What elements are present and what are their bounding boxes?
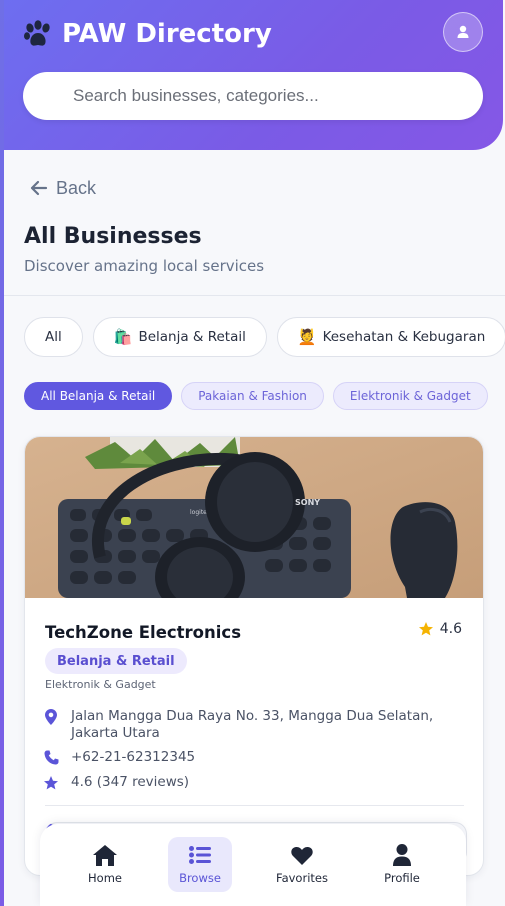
nav-browse[interactable]: Browse bbox=[168, 837, 232, 892]
search-input[interactable] bbox=[73, 86, 483, 106]
phone-row[interactable]: +62-21-62312345 bbox=[43, 749, 453, 766]
profile-button[interactable] bbox=[443, 12, 483, 52]
rating-value: 4.6 bbox=[439, 621, 462, 637]
subcategory-chip-elektronik-gadget[interactable]: Elektronik & Gadget bbox=[332, 382, 488, 410]
business-photo: logitech SONY bbox=[25, 437, 483, 598]
nav-profile[interactable]: Profile bbox=[370, 837, 434, 892]
list-icon bbox=[188, 844, 212, 866]
massage-icon: 💆 bbox=[297, 328, 317, 346]
subcategory-chip-pakaian-fashion[interactable]: Pakaian & Fashion bbox=[181, 382, 324, 410]
nav-favorites[interactable]: Favorites bbox=[270, 837, 334, 892]
phone-text: +62-21-62312345 bbox=[71, 749, 196, 765]
card-divider bbox=[45, 805, 464, 806]
business-card[interactable]: logitech SONY TechZone Electronics 4.6 B… bbox=[24, 436, 484, 876]
subcategory-chips: All Belanja & Retail Pakaian & Fashion E… bbox=[24, 382, 488, 410]
business-name[interactable]: TechZone Electronics bbox=[45, 623, 241, 642]
section-divider bbox=[4, 295, 505, 296]
arrow-left-icon bbox=[30, 180, 48, 196]
category-chip-label: Belanja & Retail bbox=[138, 329, 246, 345]
star-icon bbox=[418, 622, 433, 636]
app-header: PAW Directory bbox=[0, 0, 503, 150]
subcategory-label: Elektronik & Gadget bbox=[45, 678, 156, 691]
page-subtitle: Discover amazing local services bbox=[24, 257, 265, 275]
category-chip-belanja-retail[interactable]: 🛍️ Belanja & Retail bbox=[92, 317, 267, 357]
search-bar[interactable] bbox=[23, 72, 483, 120]
nav-label: Browse bbox=[179, 871, 221, 885]
nav-label: Home bbox=[88, 871, 122, 885]
back-label: Back bbox=[56, 177, 97, 198]
app-root: PAW Directory Back All Businesses Discov… bbox=[0, 0, 505, 906]
heart-icon bbox=[290, 844, 314, 866]
brand-title: PAW Directory bbox=[62, 19, 272, 49]
phone-icon bbox=[43, 749, 59, 766]
category-chip-all[interactable]: All bbox=[24, 317, 83, 357]
paw-icon bbox=[24, 20, 50, 46]
svg-text:SONY: SONY bbox=[295, 498, 320, 507]
user-icon bbox=[390, 844, 414, 866]
subcategory-chip-all[interactable]: All Belanja & Retail bbox=[24, 382, 173, 410]
category-chip-label: Kesehatan & Kebugaran bbox=[322, 329, 486, 345]
category-badge: Belanja & Retail bbox=[45, 648, 187, 674]
page-title: All Businesses bbox=[24, 224, 202, 249]
user-icon bbox=[457, 25, 469, 38]
nav-label: Profile bbox=[384, 871, 420, 885]
reviews-row: 4.6 (347 reviews) bbox=[43, 774, 453, 791]
shopping-bags-icon: 🛍️ bbox=[113, 328, 133, 346]
reviews-text: 4.6 (347 reviews) bbox=[71, 774, 190, 790]
category-chip-kesehatan-kebugaran[interactable]: 💆 Kesehatan & Kebugaran bbox=[276, 317, 505, 357]
nav-label: Favorites bbox=[276, 871, 328, 885]
address-row: Jalan Mangga Dua Raya No. 33, Mangga Dua… bbox=[43, 708, 453, 742]
map-pin-icon bbox=[43, 708, 59, 742]
rating-summary: 4.6 bbox=[418, 621, 462, 637]
category-chip-label: All bbox=[45, 329, 62, 345]
brand[interactable]: PAW Directory bbox=[22, 15, 272, 53]
category-chips: All 🛍️ Belanja & Retail 💆 Kesehatan & Ke… bbox=[24, 317, 505, 357]
home-icon bbox=[93, 844, 117, 866]
bottom-navigation: Home Browse Favorites Profile bbox=[40, 824, 466, 906]
back-button[interactable]: Back bbox=[30, 176, 96, 200]
star-icon bbox=[43, 774, 59, 791]
nav-home[interactable]: Home bbox=[73, 837, 137, 892]
address-text: Jalan Mangga Dua Raya No. 33, Mangga Dua… bbox=[71, 708, 434, 741]
